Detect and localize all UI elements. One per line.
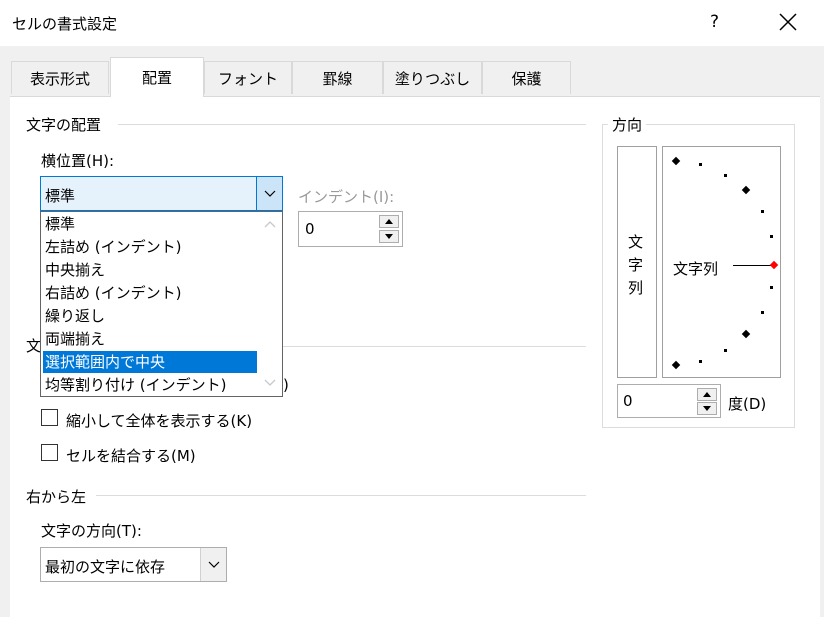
degrees-value: 0 [623, 392, 633, 410]
dial-dot [761, 311, 764, 314]
merge-cells-label: セルを結合する(M) [66, 447, 196, 465]
tab-alignment[interactable]: 配置 [110, 57, 204, 97]
merge-cells-checkbox[interactable] [41, 444, 58, 461]
indent-value: 0 [305, 220, 315, 238]
text-direction-combo[interactable]: 最初の文字に依存 [40, 547, 227, 582]
scrollbar[interactable] [258, 212, 282, 396]
horizontal-combo[interactable]: 標準 [40, 176, 283, 211]
degrees-label: 度(D) [728, 395, 767, 413]
group-text-alignment-label: 文字の配置 [26, 116, 102, 134]
spin-down-icon[interactable] [379, 230, 399, 243]
tab-border[interactable]: 罫線 [292, 61, 383, 94]
spin-up-icon[interactable] [697, 388, 717, 401]
close-icon[interactable] [774, 8, 802, 36]
dial-dot [761, 210, 764, 213]
horizontal-text-preview: 文字列 [673, 260, 719, 278]
help-button[interactable]: ? [710, 12, 719, 32]
list-item[interactable]: 両端揃え [43, 328, 257, 350]
dial-dot [724, 349, 727, 352]
shrink-to-fit-checkbox[interactable] [41, 409, 58, 426]
degrees-spinner[interactable]: 0 [617, 384, 721, 418]
orientation-line [733, 265, 771, 266]
vertical-text-button[interactable]: 文 字 列 [617, 146, 657, 378]
tab-font[interactable]: フォント [204, 61, 292, 94]
title-bar [0, 0, 824, 46]
tab-number-format[interactable]: 表示形式 [11, 61, 109, 94]
dial-dot [724, 174, 727, 177]
dial-dot [699, 360, 702, 363]
list-item-selected[interactable]: 選択範囲内で中央 [43, 351, 257, 373]
indent-label: インデント(I): [298, 188, 395, 206]
spin-up-icon[interactable] [379, 215, 399, 228]
dial-marker [741, 185, 751, 195]
dialog-title: セルの書式設定 [12, 15, 118, 33]
divider [283, 346, 586, 347]
indent-spinner[interactable]: 0 [298, 211, 403, 247]
group-orientation-label: 方向 [608, 114, 647, 135]
shrink-to-fit-label: 縮小して全体を表示する(K) [66, 412, 253, 430]
dial-marker [671, 156, 681, 166]
list-item[interactable]: 左詰め (インデント) [43, 236, 257, 258]
chevron-down-icon[interactable] [256, 177, 282, 210]
group-text-control-label: 文 [26, 337, 42, 355]
list-item[interactable]: 右詰め (インデント) [43, 282, 257, 304]
orientation-handle[interactable] [769, 260, 779, 270]
dial-marker [671, 360, 681, 370]
horizontal-dropdown-list[interactable]: 標準 左詰め (インデント) 中央揃え 右詰め (インデント) 繰り返し 両端揃… [40, 211, 283, 397]
text-direction-label: 文字の方向(T): [41, 522, 142, 540]
dial-dot [699, 163, 702, 166]
vertical-char: 列 [628, 279, 644, 297]
dial-marker [741, 329, 751, 339]
text-direction-value: 最初の文字に依存 [45, 558, 166, 576]
dial-dot [770, 286, 773, 289]
divider [118, 124, 586, 125]
group-rtl-label: 右から左 [26, 488, 87, 506]
list-item[interactable]: 標準 [43, 213, 257, 235]
list-item[interactable]: 繰り返し [43, 305, 257, 327]
divider [96, 495, 586, 496]
horizontal-value: 標準 [45, 187, 76, 205]
chevron-down-icon[interactable] [200, 548, 226, 581]
vertical-char: 字 [628, 256, 644, 274]
list-item[interactable]: 中央揃え [43, 259, 257, 281]
orientation-dial[interactable]: 文字列 [662, 146, 781, 378]
horizontal-label: 横位置(H): [41, 152, 115, 170]
vertical-char: 文 [628, 233, 644, 251]
tab-fill[interactable]: 塗りつぶし [383, 61, 482, 94]
spin-down-icon[interactable] [697, 402, 717, 415]
list-item[interactable]: 均等割り付け (インデント) [43, 374, 257, 396]
tab-protection[interactable]: 保護 [482, 61, 571, 94]
wrap-label-fragment: ) [283, 376, 289, 394]
dial-dot [770, 235, 773, 238]
